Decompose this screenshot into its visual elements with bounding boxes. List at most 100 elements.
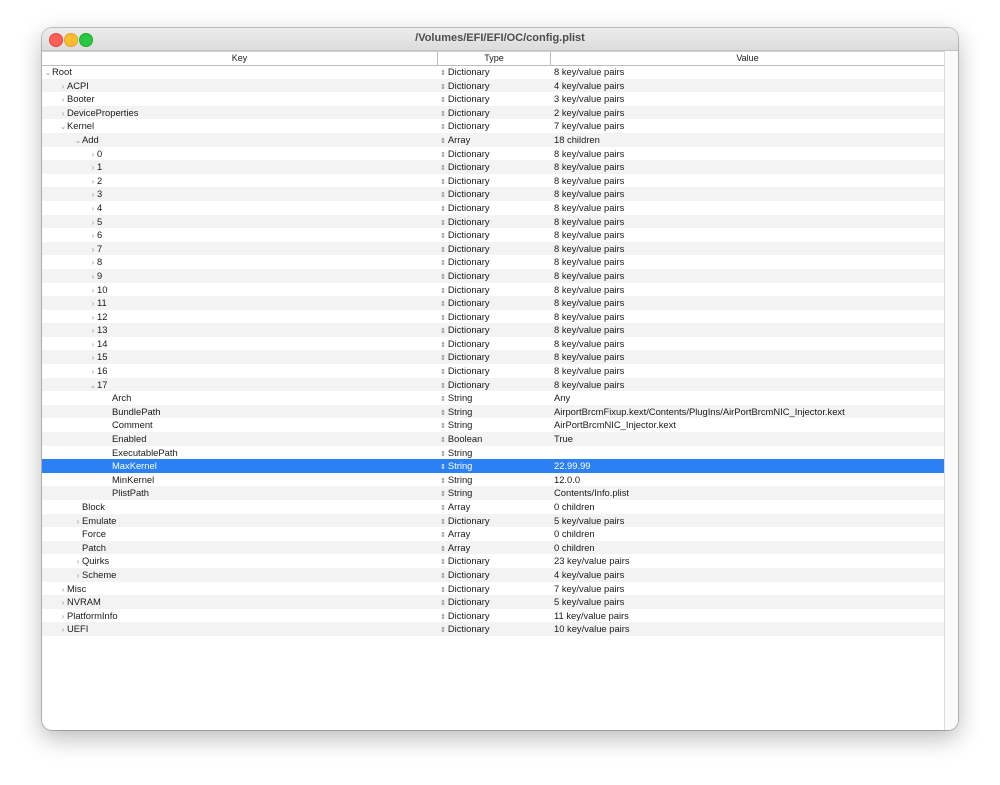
key-cell[interactable]: › 12 (42, 310, 484, 324)
type-popup[interactable]: ⇕ String (440, 459, 550, 473)
value-cell[interactable]: AirPortBrcmNIC_Injector.kext (554, 418, 944, 432)
table-row[interactable]: MinKernel ⇕ String 12.0.0 (42, 473, 944, 487)
table-row[interactable]: › Emulate ⇕ Dictionary 5 key/value pairs (42, 513, 944, 528)
value-cell[interactable]: 8 key/value pairs (554, 269, 944, 283)
value-cell[interactable]: 7 key/value pairs (554, 119, 944, 133)
value-cell[interactable]: 8 key/value pairs (554, 174, 944, 188)
key-cell[interactable]: › 7 (42, 242, 484, 256)
type-popup[interactable]: ⇕ Dictionary (440, 595, 550, 609)
type-popup[interactable]: ⇕ Dictionary (440, 514, 550, 528)
value-cell[interactable] (554, 446, 944, 460)
value-cell[interactable]: 18 children (554, 133, 944, 147)
disclosure-collapsed-icon[interactable]: › (89, 229, 97, 242)
value-cell[interactable]: Contents/Info.plist (554, 486, 944, 500)
key-cell[interactable]: Patch (42, 541, 469, 555)
table-row[interactable]: › Quirks ⇕ Dictionary 23 key/value pairs (42, 554, 944, 568)
value-cell[interactable]: 12.0.0 (554, 473, 944, 487)
value-cell[interactable]: 8 key/value pairs (554, 147, 944, 161)
key-cell[interactable]: › 1 (42, 160, 484, 174)
table-row[interactable]: › 6 ⇕ Dictionary 8 key/value pairs (42, 228, 944, 242)
value-cell[interactable]: 8 key/value pairs (554, 255, 944, 269)
key-cell[interactable]: › DeviceProperties (42, 106, 454, 120)
value-cell[interactable]: 8 key/value pairs (554, 296, 944, 310)
key-cell[interactable]: Force (42, 527, 469, 541)
table-row[interactable]: › UEFI ⇕ Dictionary 10 key/value pairs (42, 622, 944, 636)
value-cell[interactable]: 8 key/value pairs (554, 364, 944, 378)
table-row[interactable]: › 5 ⇕ Dictionary 8 key/value pairs (42, 214, 944, 229)
value-cell[interactable]: 2 key/value pairs (554, 106, 944, 120)
disclosure-collapsed-icon[interactable]: › (89, 351, 97, 364)
key-cell[interactable]: ⌄Root (42, 65, 439, 79)
disclosure-collapsed-icon[interactable]: › (59, 623, 67, 636)
table-row[interactable]: BundlePath ⇕ String AirportBrcmFixup.kext/C… (42, 404, 944, 419)
type-popup[interactable]: ⇕ Dictionary (440, 106, 550, 120)
disclosure-collapsed-icon[interactable]: › (89, 256, 97, 269)
type-popup[interactable]: ⇕ Dictionary (440, 337, 550, 351)
disclosure-collapsed-icon[interactable]: › (74, 569, 82, 582)
key-cell[interactable]: ⌄Add (42, 133, 469, 147)
table-row[interactable]: › Scheme ⇕ Dictionary 4 key/value pairs (42, 567, 944, 582)
type-popup[interactable]: ⇕ Array (440, 541, 550, 555)
table-row[interactable]: Block ⇕ Array 0 children (42, 500, 944, 514)
type-popup[interactable]: ⇕ Dictionary (440, 255, 550, 269)
disclosure-collapsed-icon[interactable]: › (59, 80, 67, 93)
key-cell[interactable]: › 14 (42, 337, 484, 351)
key-cell[interactable]: › 0 (42, 147, 484, 161)
value-cell[interactable]: 8 key/value pairs (554, 187, 944, 201)
table-row[interactable]: › DeviceProperties ⇕ Dictionary 2 key/value … (42, 105, 944, 120)
table-row[interactable]: › 0 ⇕ Dictionary 8 key/value pairs (42, 147, 944, 161)
key-cell[interactable]: ⌄Kernel (42, 119, 454, 133)
disclosure-collapsed-icon[interactable]: › (89, 284, 97, 297)
value-cell[interactable]: AirportBrcmFixup.kext/Contents/PlugIns/A… (554, 405, 944, 419)
vertical-scrollbar[interactable] (944, 51, 958, 730)
type-popup[interactable]: ⇕ Dictionary (440, 568, 550, 582)
disclosure-collapsed-icon[interactable]: › (89, 324, 97, 337)
value-cell[interactable]: 8 key/value pairs (554, 215, 944, 229)
value-cell[interactable]: 8 key/value pairs (554, 310, 944, 324)
type-popup[interactable]: ⇕ Dictionary (440, 228, 550, 242)
table-row-selected[interactable]: MaxKernel ⇕ String 22.99.99 (42, 459, 944, 473)
type-popup[interactable]: ⇕ Dictionary (440, 269, 550, 283)
value-cell[interactable]: 0 children (554, 541, 944, 555)
value-cell[interactable]: 7 key/value pairs (554, 582, 944, 596)
disclosure-expanded-icon[interactable]: ⌄ (89, 379, 97, 392)
key-cell[interactable]: › 3 (42, 187, 484, 201)
table-row[interactable]: ⌄Root ⇕ Dictionary 8 key/value pairs (42, 65, 944, 79)
type-popup[interactable]: ⇕ Dictionary (440, 310, 550, 324)
value-cell[interactable]: True (554, 432, 944, 446)
disclosure-collapsed-icon[interactable]: › (89, 243, 97, 256)
type-popup[interactable]: ⇕ Array (440, 500, 550, 514)
key-cell[interactable]: Block (42, 500, 469, 514)
type-popup[interactable]: ⇕ Dictionary (440, 174, 550, 188)
disclosure-collapsed-icon[interactable]: › (89, 148, 97, 161)
disclosure-collapsed-icon[interactable]: › (59, 107, 67, 120)
value-cell[interactable]: 8 key/value pairs (554, 242, 944, 256)
value-cell[interactable]: 8 key/value pairs (554, 65, 944, 79)
value-cell[interactable]: Any (554, 391, 944, 405)
key-cell[interactable]: › PlatformInfo (42, 609, 454, 623)
value-cell[interactable]: 8 key/value pairs (554, 160, 944, 174)
key-cell[interactable]: ExecutablePath (42, 446, 499, 460)
type-popup[interactable]: ⇕ String (440, 418, 550, 432)
type-popup[interactable]: ⇕ String (440, 486, 550, 500)
type-popup[interactable]: ⇕ Dictionary (440, 323, 550, 337)
key-cell[interactable]: PlistPath (42, 486, 499, 500)
disclosure-collapsed-icon[interactable]: › (89, 188, 97, 201)
key-cell[interactable]: › 11 (42, 296, 484, 310)
type-popup[interactable]: ⇕ Dictionary (440, 350, 550, 364)
key-cell[interactable]: › 2 (42, 174, 484, 188)
value-cell[interactable]: 8 key/value pairs (554, 337, 944, 351)
disclosure-expanded-icon[interactable]: ⌄ (44, 66, 52, 79)
value-cell[interactable]: 8 key/value pairs (554, 228, 944, 242)
value-cell[interactable]: 5 key/value pairs (554, 595, 944, 609)
value-cell[interactable]: 23 key/value pairs (554, 554, 944, 568)
value-cell[interactable]: 8 key/value pairs (554, 378, 944, 392)
type-popup[interactable]: ⇕ Array (440, 527, 550, 541)
key-cell[interactable]: › Booter (42, 92, 454, 106)
table-row[interactable]: › 9 ⇕ Dictionary 8 key/value pairs (42, 268, 944, 283)
type-popup[interactable]: ⇕ String (440, 446, 550, 460)
disclosure-collapsed-icon[interactable]: › (89, 216, 97, 229)
disclosure-collapsed-icon[interactable]: › (89, 365, 97, 378)
title-bar[interactable]: /Volumes/EFI/EFI/OC/config.plist (42, 28, 958, 51)
type-popup[interactable]: ⇕ Dictionary (440, 283, 550, 297)
